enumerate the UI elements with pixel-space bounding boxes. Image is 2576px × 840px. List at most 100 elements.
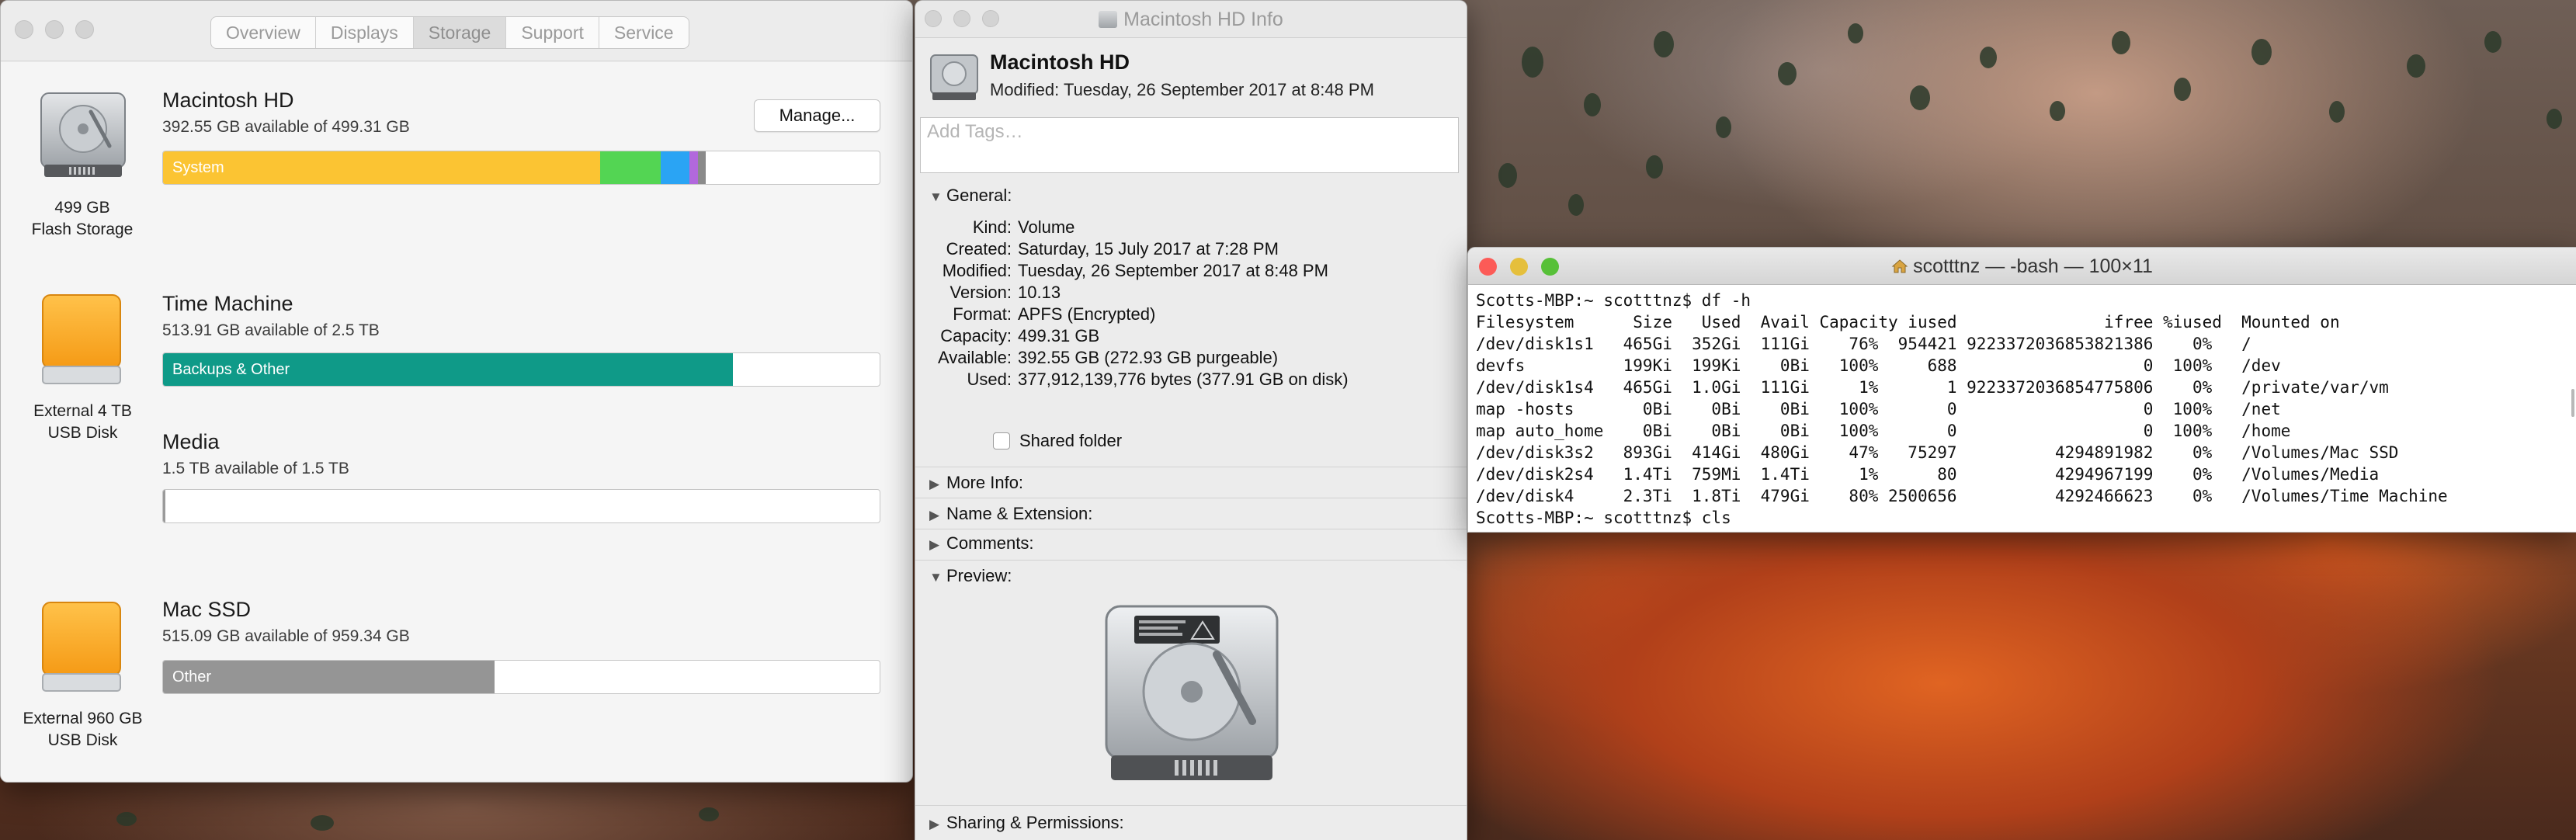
- section-general-label: General:: [946, 186, 1012, 205]
- tab-service[interactable]: Service: [599, 17, 689, 48]
- section-comments-label: Comments:: [946, 533, 1034, 553]
- section-name-extension[interactable]: ▶ Name & Extension:: [929, 504, 1092, 524]
- wallpaper-tree: [2251, 39, 2272, 65]
- info-row: Version: 10.13: [950, 282, 1061, 304]
- drive-caption-time-machine: External 4 TB USB Disk: [15, 401, 151, 444]
- wallpaper-tree: [1522, 47, 1543, 78]
- storage-segment: System: [163, 151, 601, 184]
- info-value: 392.55 GB (272.93 GB purgeable): [1018, 348, 1279, 367]
- info-header-icon: [929, 52, 979, 106]
- info-value: 499.31 GB: [1018, 326, 1100, 345]
- drive-name-time-machine: Time Machine: [162, 292, 293, 315]
- tab-support[interactable]: Support: [506, 17, 599, 48]
- section-more-info-label: More Info:: [946, 473, 1024, 492]
- drive-type-label: USB Disk: [47, 731, 118, 749]
- drive-available-mac-ssd: 515.09 GB available of 959.34 GB: [162, 627, 410, 645]
- info-key: Format:: [953, 304, 1012, 324]
- wallpaper-tree: [2050, 101, 2065, 121]
- section-sharing-label: Sharing & Permissions:: [946, 813, 1124, 832]
- wallpaper-tree: [1716, 116, 1731, 138]
- shared-folder-checkbox[interactable]: [993, 432, 1010, 450]
- preview-drive-icon: [1100, 600, 1283, 790]
- storage-segment: [661, 151, 690, 184]
- info-key: Kind:: [972, 217, 1012, 237]
- terminal-title-text: scotttnz — -bash — 100×11: [1913, 255, 2153, 277]
- info-value: 377,912,139,776 bytes (377.91 GB on disk…: [1018, 370, 1349, 389]
- info-row: Used: 377,912,139,776 bytes (377.91 GB on…: [967, 369, 1349, 390]
- wallpaper-tree: [1654, 31, 1674, 57]
- storage-segment: [689, 151, 699, 184]
- terminal-line: /dev/disk4 2.3Ti 1.8Ti 479Gi 80% 2500656…: [1476, 487, 2448, 505]
- terminal-title: scotttnz — -bash — 100×11: [1468, 248, 2576, 285]
- tab-displays[interactable]: Displays: [316, 17, 414, 48]
- info-titlebar: Macintosh HD Info: [915, 1, 1467, 38]
- terminal-line: /dev/disk1s4 465Gi 1.0Gi 111Gi 1% 1 9223…: [1476, 378, 2389, 397]
- terminal-line: /dev/disk1s1 465Gi 352Gi 111Gi 76% 95442…: [1476, 335, 2251, 353]
- drive-available-media: 1.5 TB available of 1.5 TB: [162, 460, 349, 477]
- info-row: Format: APFS (Encrypted): [953, 304, 1156, 325]
- storage-bar-media: [162, 489, 880, 523]
- wallpaper-tree: [699, 807, 719, 821]
- info-title-text: Macintosh HD Info: [1123, 9, 1283, 30]
- drive-caption-macintosh-hd: 499 GB Flash Storage: [16, 197, 148, 241]
- scrollbar[interactable]: [2571, 389, 2574, 417]
- storage-segment: [698, 151, 706, 184]
- terminal-line: Filesystem Size Used Avail Capacity iuse…: [1476, 313, 2340, 331]
- wallpaper-tree: [2112, 31, 2130, 54]
- terminal-line: /dev/disk2s4 1.4Ti 759Mi 1.4Ti 1% 80 429…: [1476, 465, 2380, 484]
- wallpaper-tree: [1910, 85, 1930, 110]
- terminal-line: /dev/disk3s2 893Gi 414Gi 480Gi 47% 75297…: [1476, 443, 2399, 462]
- info-row: Created: Saturday, 15 July 2017 at 7:28 P…: [946, 238, 1279, 260]
- terminal-output[interactable]: Scotts-MBP:~ scotttnz$ df -h Filesystem S…: [1476, 290, 2568, 529]
- close-button[interactable]: [15, 20, 33, 39]
- section-sharing-permissions[interactable]: ▶ Sharing & Permissions:: [929, 813, 1124, 833]
- tab-bar: Overview Displays Storage Support Servic…: [210, 16, 689, 49]
- info-value: Volume: [1018, 217, 1075, 237]
- storage-segment-label: Backups & Other: [172, 361, 290, 378]
- external-drive-icon: [40, 599, 123, 698]
- terminal-line: Scotts-MBP:~ scotttnz$ cls: [1476, 509, 1731, 527]
- about-this-mac-window: Overview Displays Storage Support Servic…: [0, 0, 913, 783]
- section-comments[interactable]: ▶ Comments:: [929, 533, 1033, 554]
- section-preview-label: Preview:: [946, 566, 1012, 585]
- info-value: APFS (Encrypted): [1018, 304, 1156, 324]
- section-name-extension-label: Name & Extension:: [946, 504, 1093, 523]
- drive-caption-mac-ssd: External 960 GB USB Disk: [7, 708, 158, 751]
- info-window-title: Macintosh HD Info: [915, 1, 1467, 38]
- tags-input[interactable]: Add Tags…: [920, 117, 1459, 173]
- storage-segment: [600, 151, 661, 184]
- storage-bar-mac-ssd: Other: [162, 660, 880, 694]
- wallpaper-tree: [1646, 155, 1663, 179]
- wallpaper-tree: [1980, 47, 1997, 68]
- section-preview[interactable]: ▼ Preview:: [929, 566, 1012, 586]
- info-key: Modified:: [942, 261, 1012, 280]
- wallpaper-tree: [1848, 23, 1863, 43]
- tab-overview[interactable]: Overview: [211, 17, 316, 48]
- disclosure-closed-icon: ▶: [929, 477, 940, 491]
- info-volume-name: Macintosh HD: [990, 50, 1130, 74]
- drive-name-mac-ssd: Mac SSD: [162, 598, 252, 621]
- wallpaper-tree: [311, 815, 334, 831]
- tab-storage[interactable]: Storage: [413, 17, 507, 48]
- storage-bar-macintosh-hd: System: [162, 151, 880, 185]
- info-row: Capacity: 499.31 GB: [940, 325, 1100, 347]
- terminal-line: map auto_home 0Bi 0Bi 0Bi 100% 0 0 100% …: [1476, 422, 2291, 440]
- manage-button[interactable]: Manage...: [754, 99, 880, 132]
- drive-size-label: External 960 GB: [23, 710, 143, 727]
- wallpaper-tree: [1498, 163, 1517, 188]
- drive-available-time-machine: 513.91 GB available of 2.5 TB: [162, 321, 380, 339]
- disclosure-open-icon: ▼: [929, 189, 943, 204]
- info-key: Capacity:: [940, 326, 1012, 345]
- wallpaper-tree: [1778, 62, 1797, 85]
- drive-type-label: USB Disk: [47, 424, 118, 442]
- drive-size-label: 499 GB: [54, 199, 110, 217]
- minimize-button[interactable]: [45, 20, 64, 39]
- zoom-button[interactable]: [75, 20, 94, 39]
- disclosure-closed-icon: ▶: [929, 508, 940, 522]
- section-general[interactable]: ▼ General:: [929, 186, 1012, 206]
- terminal-titlebar: scotttnz — -bash — 100×11: [1468, 248, 2576, 285]
- info-row: Modified: Tuesday, 26 September 2017 at 8…: [943, 260, 1328, 282]
- info-modified-date: Modified: Tuesday, 26 September 2017 at …: [990, 80, 1374, 99]
- section-more-info[interactable]: ▶ More Info:: [929, 473, 1023, 493]
- info-key: Available:: [938, 348, 1012, 367]
